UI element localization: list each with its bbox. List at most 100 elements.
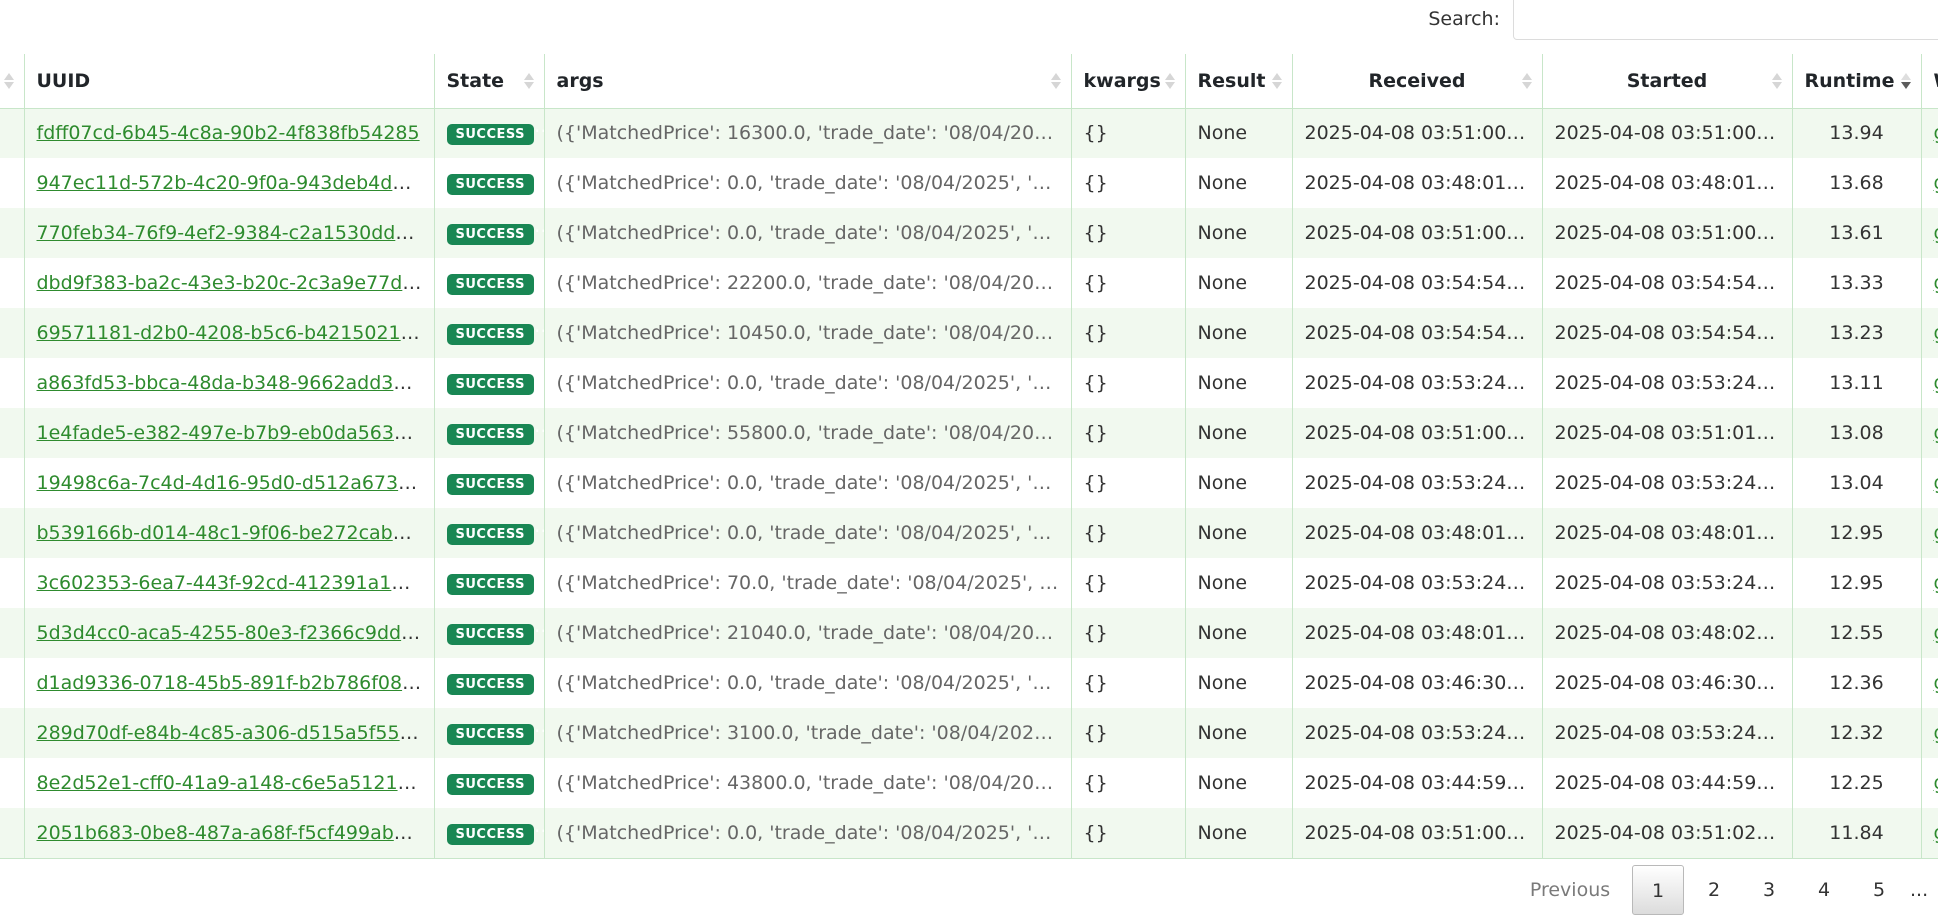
- task-uuid-link[interactable]: 289d70df-e84b-4c85-a306-d515a5f55f97: [37, 722, 431, 744]
- result-cell: None: [1185, 308, 1293, 358]
- result-cell: None: [1185, 258, 1293, 308]
- task-uuid-link[interactable]: 770feb34-76f9-4ef2-9384-c2a1530dd9cf: [37, 222, 425, 244]
- kwargs-cell: {}: [1071, 658, 1186, 708]
- result-cell: None: [1185, 108, 1293, 158]
- table-row: 1e4fade5-e382-497e-b7b9-eb0da5634705 SUCC…: [0, 408, 1938, 458]
- uuid-cell: 2051b683-0be8-487a-a68f-f5cf499abebb: [24, 808, 435, 859]
- worker-link[interactable]: g: [1934, 122, 1938, 144]
- column-header-hidden[interactable]: [0, 54, 25, 109]
- sort-icon: [1521, 71, 1532, 91]
- task-uuid-link[interactable]: 5d3d4cc0-aca5-4255-80e3-f2366c9dd496: [37, 622, 434, 644]
- page-button-4[interactable]: 4: [1798, 865, 1850, 915]
- task-uuid-link[interactable]: 19498c6a-7c4d-4d16-95d0-d512a6737d29: [37, 472, 434, 494]
- table-row: d1ad9336-0718-45b5-891f-b2b786f08b68 SUCC…: [0, 658, 1938, 708]
- worker-link[interactable]: g: [1934, 372, 1938, 394]
- row-spacer-cell: [0, 808, 25, 859]
- table-row: 289d70df-e84b-4c85-a306-d515a5f55f97 SUCC…: [0, 708, 1938, 758]
- column-header-started[interactable]: Started: [1542, 54, 1793, 109]
- table-row: fdff07cd-6b45-4c8a-90b2-4f838fb54285 SUCC…: [0, 108, 1938, 158]
- sort-icon: [1164, 71, 1175, 91]
- page-button-2[interactable]: 2: [1688, 865, 1740, 915]
- search-bar: Search:: [0, 0, 1938, 42]
- task-uuid-link[interactable]: 69571181-d2b0-4208-b5c6-b4215021bc89: [37, 322, 434, 344]
- runtime-cell: 13.23: [1792, 308, 1922, 358]
- previous-page-button[interactable]: Previous: [1515, 865, 1625, 915]
- column-header-kwargs[interactable]: kwargs: [1071, 54, 1186, 109]
- worker-link[interactable]: g: [1934, 472, 1938, 494]
- worker-link[interactable]: g: [1934, 172, 1938, 194]
- task-uuid-link[interactable]: a863fd53-bbca-48da-b348-9662add31698: [37, 372, 434, 394]
- task-uuid-link[interactable]: fdff07cd-6b45-4c8a-90b2-4f838fb54285: [37, 122, 420, 144]
- kwargs-cell: {}: [1071, 158, 1186, 208]
- runtime-cell: 12.36: [1792, 658, 1922, 708]
- worker-cell: g: [1921, 358, 1938, 408]
- column-header-received[interactable]: Received: [1292, 54, 1543, 109]
- column-header-state[interactable]: State: [434, 54, 545, 109]
- column-header-result[interactable]: Result: [1185, 54, 1293, 109]
- column-label: Received: [1368, 69, 1466, 92]
- result-cell: None: [1185, 408, 1293, 458]
- table-row: 947ec11d-572b-4c20-9f0a-943deb4d3a34 SUCC…: [0, 158, 1938, 208]
- worker-cell: g: [1921, 658, 1938, 708]
- page-button-5[interactable]: 5: [1853, 865, 1905, 915]
- worker-link[interactable]: g: [1934, 772, 1938, 794]
- task-uuid-link[interactable]: 1e4fade5-e382-497e-b7b9-eb0da5634705: [37, 422, 434, 444]
- args-cell: ({'MatchedPrice': 0.0, 'trade_date': '08…: [544, 458, 1072, 508]
- page-button-3[interactable]: 3: [1743, 865, 1795, 915]
- worker-link[interactable]: g: [1934, 272, 1938, 294]
- result-cell: None: [1185, 158, 1293, 208]
- search-input[interactable]: [1513, 0, 1938, 40]
- page-button-1[interactable]: 1: [1632, 865, 1684, 915]
- column-header-uuid[interactable]: UUID: [24, 54, 435, 109]
- status-badge: SUCCESS: [446, 424, 535, 445]
- worker-link[interactable]: g: [1934, 822, 1938, 844]
- status-badge: SUCCESS: [446, 324, 535, 345]
- column-header-worker[interactable]: W: [1921, 54, 1938, 109]
- task-uuid-link[interactable]: 947ec11d-572b-4c20-9f0a-943deb4d3a34: [37, 172, 434, 194]
- task-uuid-link[interactable]: 2051b683-0be8-487a-a68f-f5cf499abebb: [37, 822, 430, 844]
- worker-link[interactable]: g: [1934, 622, 1938, 644]
- uuid-cell: 1e4fade5-e382-497e-b7b9-eb0da5634705: [24, 408, 435, 458]
- worker-link[interactable]: g: [1934, 222, 1938, 244]
- status-badge: SUCCESS: [446, 774, 535, 795]
- task-uuid-link[interactable]: dbd9f383-ba2c-43e3-b20c-2c3a9e77d232: [37, 272, 434, 294]
- runtime-cell: 13.08: [1792, 408, 1922, 458]
- status-badge: SUCCESS: [446, 224, 535, 245]
- table-row: b539166b-d014-48c1-9f06-be272cab51a1 SUCC…: [0, 508, 1938, 558]
- args-cell: ({'MatchedPrice': 0.0, 'trade_date': '08…: [544, 508, 1072, 558]
- table-header-row: UUID State args kwargs Result Received S…: [0, 54, 1938, 109]
- table-row: 770feb34-76f9-4ef2-9384-c2a1530dd9cf SUCC…: [0, 208, 1938, 258]
- kwargs-cell: {}: [1071, 108, 1186, 158]
- column-header-args[interactable]: args: [544, 54, 1072, 109]
- received-cell: 2025-04-08 03:46:30.660: [1292, 658, 1543, 708]
- sort-icon: [523, 71, 534, 91]
- kwargs-cell: {}: [1071, 358, 1186, 408]
- worker-link[interactable]: g: [1934, 422, 1938, 444]
- row-spacer-cell: [0, 358, 25, 408]
- task-uuid-link[interactable]: d1ad9336-0718-45b5-891f-b2b786f08b68: [37, 672, 434, 694]
- worker-cell: g: [1921, 708, 1938, 758]
- received-cell: 2025-04-08 03:53:24.308: [1292, 458, 1543, 508]
- args-cell: ({'MatchedPrice': 16300.0, 'trade_date':…: [544, 108, 1072, 158]
- table-row: 3c602353-6ea7-443f-92cd-412391a19409 SUCC…: [0, 558, 1938, 608]
- worker-cell: g: [1921, 608, 1938, 658]
- worker-link[interactable]: g: [1934, 572, 1938, 594]
- row-spacer-cell: [0, 658, 25, 708]
- worker-link[interactable]: g: [1934, 722, 1938, 744]
- received-cell: 2025-04-08 03:54:54.784: [1292, 258, 1543, 308]
- uuid-cell: 69571181-d2b0-4208-b5c6-b4215021bc89: [24, 308, 435, 358]
- row-spacer-cell: [0, 258, 25, 308]
- column-header-runtime[interactable]: Runtime: [1792, 54, 1922, 109]
- received-cell: 2025-04-08 03:53:24.310: [1292, 558, 1543, 608]
- task-uuid-link[interactable]: 8e2d52e1-cff0-41a9-a148-c6e5a512187e: [37, 772, 434, 794]
- worker-link[interactable]: g: [1934, 522, 1938, 544]
- column-label: Result: [1197, 69, 1266, 92]
- worker-link[interactable]: g: [1934, 672, 1938, 694]
- state-cell: SUCCESS: [434, 258, 545, 308]
- task-uuid-link[interactable]: b539166b-d014-48c1-9f06-be272cab51a1: [37, 522, 434, 544]
- task-uuid-link[interactable]: 3c602353-6ea7-443f-92cd-412391a19409: [37, 572, 434, 594]
- status-badge: SUCCESS: [446, 823, 535, 845]
- received-cell: 2025-04-08 03:54:54.808: [1292, 308, 1543, 358]
- worker-link[interactable]: g: [1934, 322, 1938, 344]
- args-cell: ({'MatchedPrice': 21040.0, 'trade_date':…: [544, 608, 1072, 658]
